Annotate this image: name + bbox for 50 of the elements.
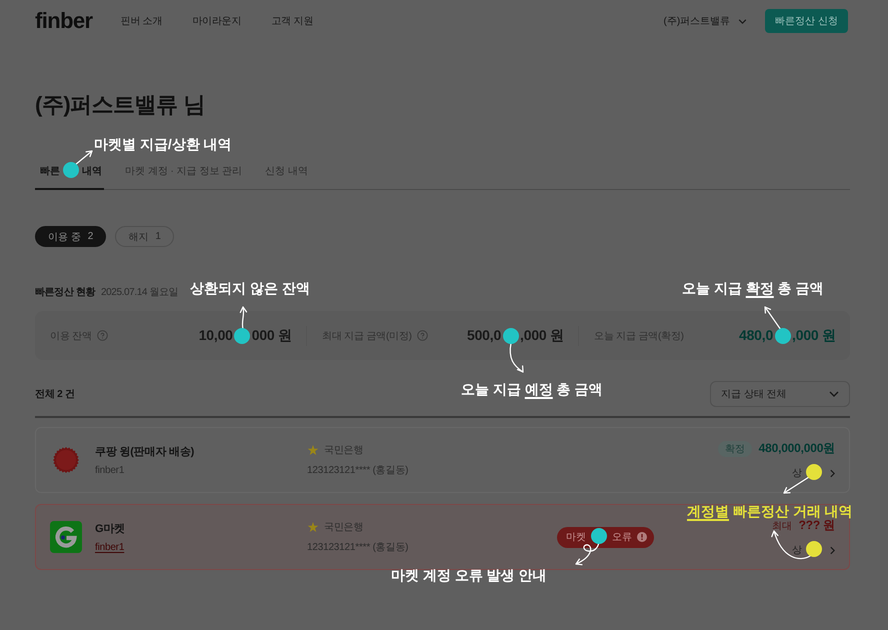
callout-label: 마켓 계정 오류 발생 안내 — [391, 566, 547, 584]
page-title: (주)퍼스트밸류 님 — [35, 92, 206, 118]
arrow — [510, 342, 524, 373]
arrow — [74, 150, 93, 166]
arrow — [771, 530, 811, 560]
arrow — [764, 306, 782, 331]
help-icon[interactable] — [96, 330, 108, 341]
arrow — [240, 306, 248, 330]
market-name: 쿠팡 윙(판매자 배송) — [95, 445, 196, 459]
total-count: 전체 2 건 — [35, 388, 75, 401]
nav-link[interactable]: 마이라운지 — [192, 14, 242, 28]
filter-chip[interactable]: 이용 중 2 — [35, 226, 106, 247]
info-icon — [637, 532, 647, 542]
nav-link[interactable]: 고객 지원 — [271, 14, 314, 28]
callout-label: 상환되지 않은 잔액 — [190, 279, 310, 297]
chevron-down-icon — [738, 18, 748, 24]
callout-label: 계정별 빠른정산 거래 내역 — [687, 502, 853, 520]
help-icon[interactable] — [416, 330, 428, 341]
letter-g-logo-icon — [50, 521, 82, 553]
section-title: 빠른정산 현황 — [35, 286, 95, 299]
apply-button[interactable]: 빠른정산 신청 — [765, 9, 848, 33]
seal-logo-icon — [53, 447, 79, 473]
nav-link[interactable]: 핀버 소개 — [120, 14, 162, 28]
brand-logo[interactable]: finber — [35, 9, 93, 33]
star-logo-icon — [307, 522, 319, 532]
chevron-right-icon — [830, 468, 835, 478]
chevron-right-icon — [830, 546, 835, 554]
callout-label: 오늘 지급 확정 총 금액 — [682, 279, 824, 297]
stat-value: 10,00 000 원 — [198, 326, 292, 344]
filter-chip[interactable]: 해지 1 — [115, 226, 174, 247]
amount-text: ??? 원 — [798, 518, 835, 534]
detail-link[interactable]: 상 — [792, 543, 826, 557]
bank-name: 국민은행 — [324, 521, 364, 534]
chevron-down-icon — [829, 391, 839, 397]
arrow — [575, 541, 600, 566]
amount-prefix: 최대 — [772, 520, 792, 532]
detail-link[interactable]: 상 — [792, 466, 826, 480]
market-name: G마켓 — [95, 522, 126, 536]
arrow — [783, 476, 810, 494]
stat-value: 480,0 ,000 원 — [739, 326, 836, 344]
bank-account: 123123121**** (홍길동) — [307, 541, 410, 554]
callout-label: 오늘 지급 예정 총 금액 — [461, 380, 603, 398]
callout-label: 마켓별 지급/상환 내역 — [94, 135, 232, 153]
account-menu[interactable]: (주)퍼스트밸류 — [664, 14, 748, 28]
status-filter-select[interactable]: 지급 상태 전체 — [710, 381, 850, 407]
status-badge: 확정 — [718, 440, 752, 456]
star-logo-icon — [307, 444, 319, 456]
account-id[interactable]: finber1 — [95, 542, 124, 553]
amount-text: 480,000,000원 — [758, 440, 835, 457]
stat-value: 500,0 ,000 원 — [467, 326, 564, 344]
